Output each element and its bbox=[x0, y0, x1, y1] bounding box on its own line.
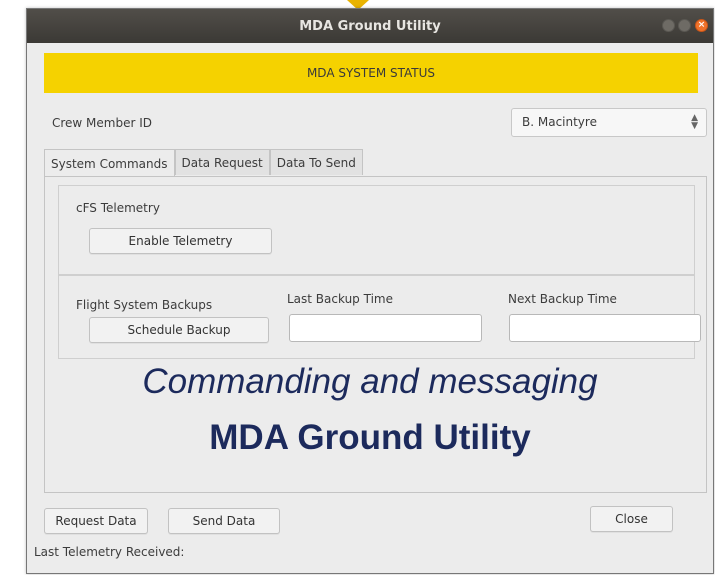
tab-bar: System Commands Data Request Data To Sen… bbox=[44, 149, 363, 177]
overlay-caption-line1: Commanding and messaging bbox=[142, 362, 598, 401]
schedule-backup-button[interactable]: Schedule Backup bbox=[89, 317, 269, 343]
send-data-button[interactable]: Send Data bbox=[168, 508, 280, 534]
close-button[interactable]: Close bbox=[590, 506, 673, 532]
request-data-button[interactable]: Request Data bbox=[44, 508, 148, 534]
crew-member-label: Crew Member ID bbox=[52, 116, 153, 130]
system-status-banner: MDA SYSTEM STATUS bbox=[44, 53, 698, 93]
tab-data-request[interactable]: Data Request bbox=[174, 149, 270, 175]
backup-group: Flight System Backups Schedule Backup La… bbox=[58, 275, 701, 359]
maximize-icon[interactable] bbox=[678, 19, 691, 32]
telemetry-group: cFS Telemetry Enable Telemetry bbox=[58, 185, 695, 275]
telemetry-heading: cFS Telemetry bbox=[76, 201, 160, 215]
tab-system-commands[interactable]: System Commands bbox=[44, 149, 175, 177]
next-backup-field[interactable] bbox=[509, 314, 701, 342]
tab-data-to-send[interactable]: Data To Send bbox=[269, 149, 363, 175]
last-telemetry-label: Last Telemetry Received: bbox=[34, 545, 185, 559]
window-title: MDA Ground Utility bbox=[299, 18, 441, 34]
next-backup-label: Next Backup Time bbox=[508, 292, 617, 306]
crew-member-value: B. Macintyre bbox=[522, 115, 597, 129]
enable-telemetry-button[interactable]: Enable Telemetry bbox=[89, 228, 272, 254]
backups-heading: Flight System Backups bbox=[76, 298, 213, 312]
minimize-icon[interactable] bbox=[662, 19, 675, 32]
title-bar[interactable]: MDA Ground Utility × bbox=[27, 9, 713, 43]
overlay-caption-line2: MDA Ground Utility bbox=[209, 418, 531, 457]
last-backup-label: Last Backup Time bbox=[287, 292, 393, 306]
spin-arrows-icon: ▲ ▼ bbox=[691, 113, 698, 131]
last-backup-field[interactable] bbox=[289, 314, 482, 342]
close-icon[interactable]: × bbox=[695, 19, 708, 32]
crew-member-select[interactable]: B. Macintyre ▲ ▼ bbox=[511, 108, 707, 137]
system-status-text: MDA SYSTEM STATUS bbox=[306, 66, 436, 80]
app-window: MDA Ground Utility × MDA SYSTEM STATUS C… bbox=[26, 8, 714, 574]
